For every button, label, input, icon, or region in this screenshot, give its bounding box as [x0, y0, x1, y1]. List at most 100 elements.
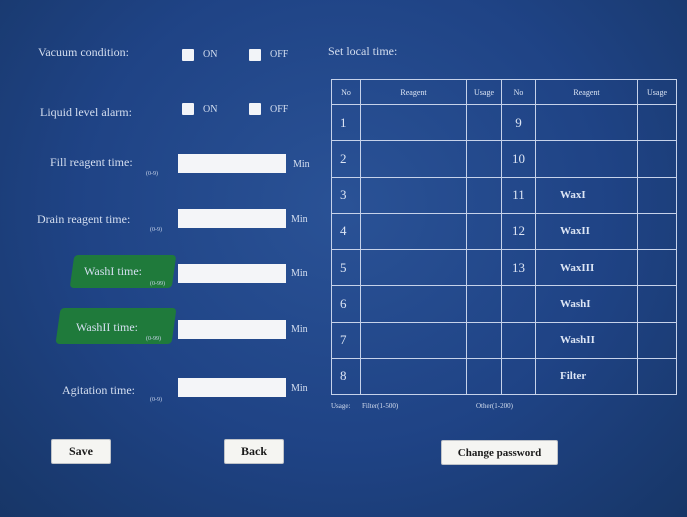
usage-cell[interactable] — [466, 103, 502, 142]
usage-cell[interactable] — [637, 285, 677, 323]
usage-cell[interactable] — [466, 140, 502, 178]
change-password-button[interactable]: Change password — [441, 440, 558, 465]
reagent-table: No Reagent Usage No Reagent Usage 1 9 2 10 3… — [331, 79, 677, 396]
vacuum-off-label: OFF — [270, 49, 289, 60]
no-cell: 7 — [331, 321, 361, 359]
drain-reagent-time-label: Drain reagent time: — [37, 212, 131, 226]
no-cell: 13 — [501, 248, 536, 287]
agitation-time-input[interactable] — [178, 378, 286, 397]
no-cell: 5 — [331, 248, 361, 287]
reagent-cell[interactable] — [360, 285, 467, 323]
back-button[interactable]: Back — [224, 439, 284, 464]
usage-cell[interactable] — [637, 357, 677, 396]
drain-reagent-time-hint: (0-9) — [150, 227, 162, 233]
usage-cell[interactable] — [637, 140, 677, 178]
settings-screen: Vacuum condition: ON OFF Liquid level al… — [0, 0, 687, 517]
reagent-cell[interactable]: WaxI — [535, 176, 638, 214]
reagent-cell[interactable] — [535, 103, 638, 142]
col-header-reagent-2: Reagent — [535, 79, 638, 105]
no-cell: 11 — [501, 176, 536, 214]
col-header-no: No — [331, 79, 361, 105]
no-cell: 1 — [331, 103, 361, 142]
no-cell — [501, 285, 536, 323]
usage-cell[interactable] — [466, 321, 502, 359]
washii-unit: Min — [291, 324, 308, 335]
vacuum-on-label: ON — [203, 49, 218, 60]
no-cell: 2 — [331, 140, 361, 178]
reagent-cell[interactable]: WaxII — [535, 212, 638, 251]
table-row: 7 WashII — [331, 321, 677, 359]
vacuum-on-checkbox[interactable] — [182, 49, 194, 61]
liquid-on-label: ON — [203, 104, 218, 115]
usage-cell[interactable] — [637, 321, 677, 359]
usage-cell[interactable] — [637, 103, 677, 142]
fill-reagent-time-hint: (0-9) — [146, 171, 158, 177]
col-header-reagent: Reagent — [360, 79, 467, 105]
table-row: 19 — [331, 103, 677, 142]
usage-cell[interactable] — [466, 248, 502, 287]
washii-time-label: WashII time: — [76, 320, 139, 334]
fill-reagent-time-label: Fill reagent time: — [50, 155, 133, 169]
liquid-off-label: OFF — [270, 104, 289, 115]
reagent-cell[interactable] — [360, 357, 467, 396]
usage-cell[interactable] — [637, 248, 677, 287]
no-cell — [501, 321, 536, 359]
no-cell: 3 — [331, 176, 361, 214]
no-cell — [501, 357, 536, 396]
save-button[interactable]: Save — [51, 439, 111, 464]
table-row: 3 11 WaxI — [331, 176, 677, 214]
table-row: 2 10 — [331, 140, 677, 178]
washii-time-input[interactable] — [178, 320, 286, 339]
usage-label: Usage: — [331, 402, 351, 410]
no-cell: 9 — [501, 103, 536, 142]
washi-time-input[interactable] — [178, 264, 286, 283]
table-row: 8 Filter — [331, 357, 677, 396]
reagent-cell[interactable] — [360, 176, 467, 214]
agitation-time-hint: (0-9) — [150, 397, 162, 403]
no-cell: 4 — [331, 212, 361, 251]
usage-cell[interactable] — [466, 176, 502, 214]
drain-reagent-unit: Min — [291, 214, 308, 225]
usage-cell[interactable] — [637, 176, 677, 214]
reagent-cell[interactable]: WashI — [535, 285, 638, 323]
usage-other-range: Other(1-200) — [476, 402, 513, 410]
reagent-cell[interactable] — [360, 321, 467, 359]
agitation-time-label: Agitation time: — [62, 383, 135, 397]
reagent-cell[interactable]: WaxIII — [535, 248, 638, 287]
washi-time-hint: (0-99) — [150, 281, 165, 287]
vacuum-condition-label: Vacuum condition: — [38, 45, 129, 59]
no-cell: 6 — [331, 285, 361, 323]
reagent-cell[interactable] — [360, 103, 467, 142]
col-header-no-2: No — [501, 79, 536, 105]
reagent-cell[interactable] — [360, 212, 467, 251]
fill-reagent-time-input[interactable] — [178, 154, 286, 173]
liquid-level-alarm-label: Liquid level alarm: — [40, 105, 132, 119]
reagent-cell[interactable] — [535, 140, 638, 178]
agitation-unit: Min — [291, 383, 308, 394]
col-header-usage: Usage — [466, 79, 502, 105]
table-header: No Reagent Usage No Reagent Usage — [331, 79, 677, 105]
usage-cell[interactable] — [637, 212, 677, 251]
col-header-usage-2: Usage — [637, 79, 677, 105]
fill-reagent-unit: Min — [293, 159, 310, 170]
washi-unit: Min — [291, 268, 308, 279]
liquid-off-checkbox[interactable] — [249, 103, 261, 115]
reagent-cell[interactable]: WashII — [535, 321, 638, 359]
drain-reagent-time-input[interactable] — [178, 209, 286, 228]
reagent-cell[interactable]: Filter — [535, 357, 638, 396]
usage-cell[interactable] — [466, 285, 502, 323]
vacuum-off-checkbox[interactable] — [249, 49, 261, 61]
usage-filter-range: Filter(1-500) — [362, 402, 399, 410]
table-row: 5 13 WaxIII — [331, 248, 677, 287]
set-local-time-label[interactable]: Set local time: — [328, 44, 397, 59]
table-row: 6 WashI — [331, 285, 677, 323]
usage-cell[interactable] — [466, 357, 502, 396]
no-cell: 10 — [501, 140, 536, 178]
washi-time-label: WashI time: — [84, 264, 143, 278]
no-cell: 12 — [501, 212, 536, 251]
usage-cell[interactable] — [466, 212, 502, 251]
reagent-cell[interactable] — [360, 140, 467, 178]
reagent-cell[interactable] — [360, 248, 467, 287]
table-row: 4 12 WaxII — [331, 212, 677, 251]
liquid-on-checkbox[interactable] — [182, 103, 194, 115]
